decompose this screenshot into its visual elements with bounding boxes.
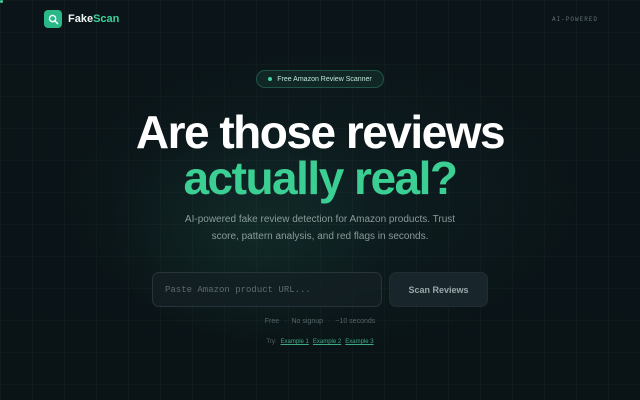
brand-name: FakeScan [68, 13, 119, 25]
brand-prefix: Fake [68, 13, 94, 25]
meta-free: Free [264, 318, 280, 325]
product-url-input[interactable] [152, 272, 382, 307]
example-links: Try: Example 1 Example 2 Example 3 [0, 339, 640, 345]
examples-label: Try: [266, 339, 277, 345]
brand-logo[interactable]: FakeScan [44, 10, 119, 28]
example-link-3[interactable]: Example 3 [345, 339, 373, 345]
hero-title-line2: actually real? [183, 152, 458, 204]
hero-subtitle: AI-powered fake review detection for Ama… [184, 214, 456, 242]
scan-reviews-button[interactable]: Scan Reviews [389, 272, 488, 307]
ai-powered-tag: AI-POWERED [551, 15, 598, 23]
example-link-2[interactable]: Example 2 [313, 339, 341, 345]
hero-badge: Free Amazon Review Scanner [256, 70, 384, 88]
brand-suffix: Scan [93, 13, 120, 25]
status-dot-icon [268, 77, 273, 81]
meta-info: Free · No signup · ~10 seconds [0, 318, 640, 325]
example-link-1[interactable]: Example 1 [281, 339, 309, 345]
hero-title-line1: Are those reviews [135, 106, 506, 158]
meta-separator: · [284, 318, 287, 325]
meta-separator: · [328, 318, 331, 325]
badge-label: Free Amazon Review Scanner [277, 75, 372, 83]
top-nav: FakeScan AI-POWERED [0, 0, 640, 38]
meta-duration: ~10 seconds [335, 318, 376, 325]
meta-no-signup: No signup [291, 318, 324, 325]
magnifier-icon [44, 10, 62, 28]
